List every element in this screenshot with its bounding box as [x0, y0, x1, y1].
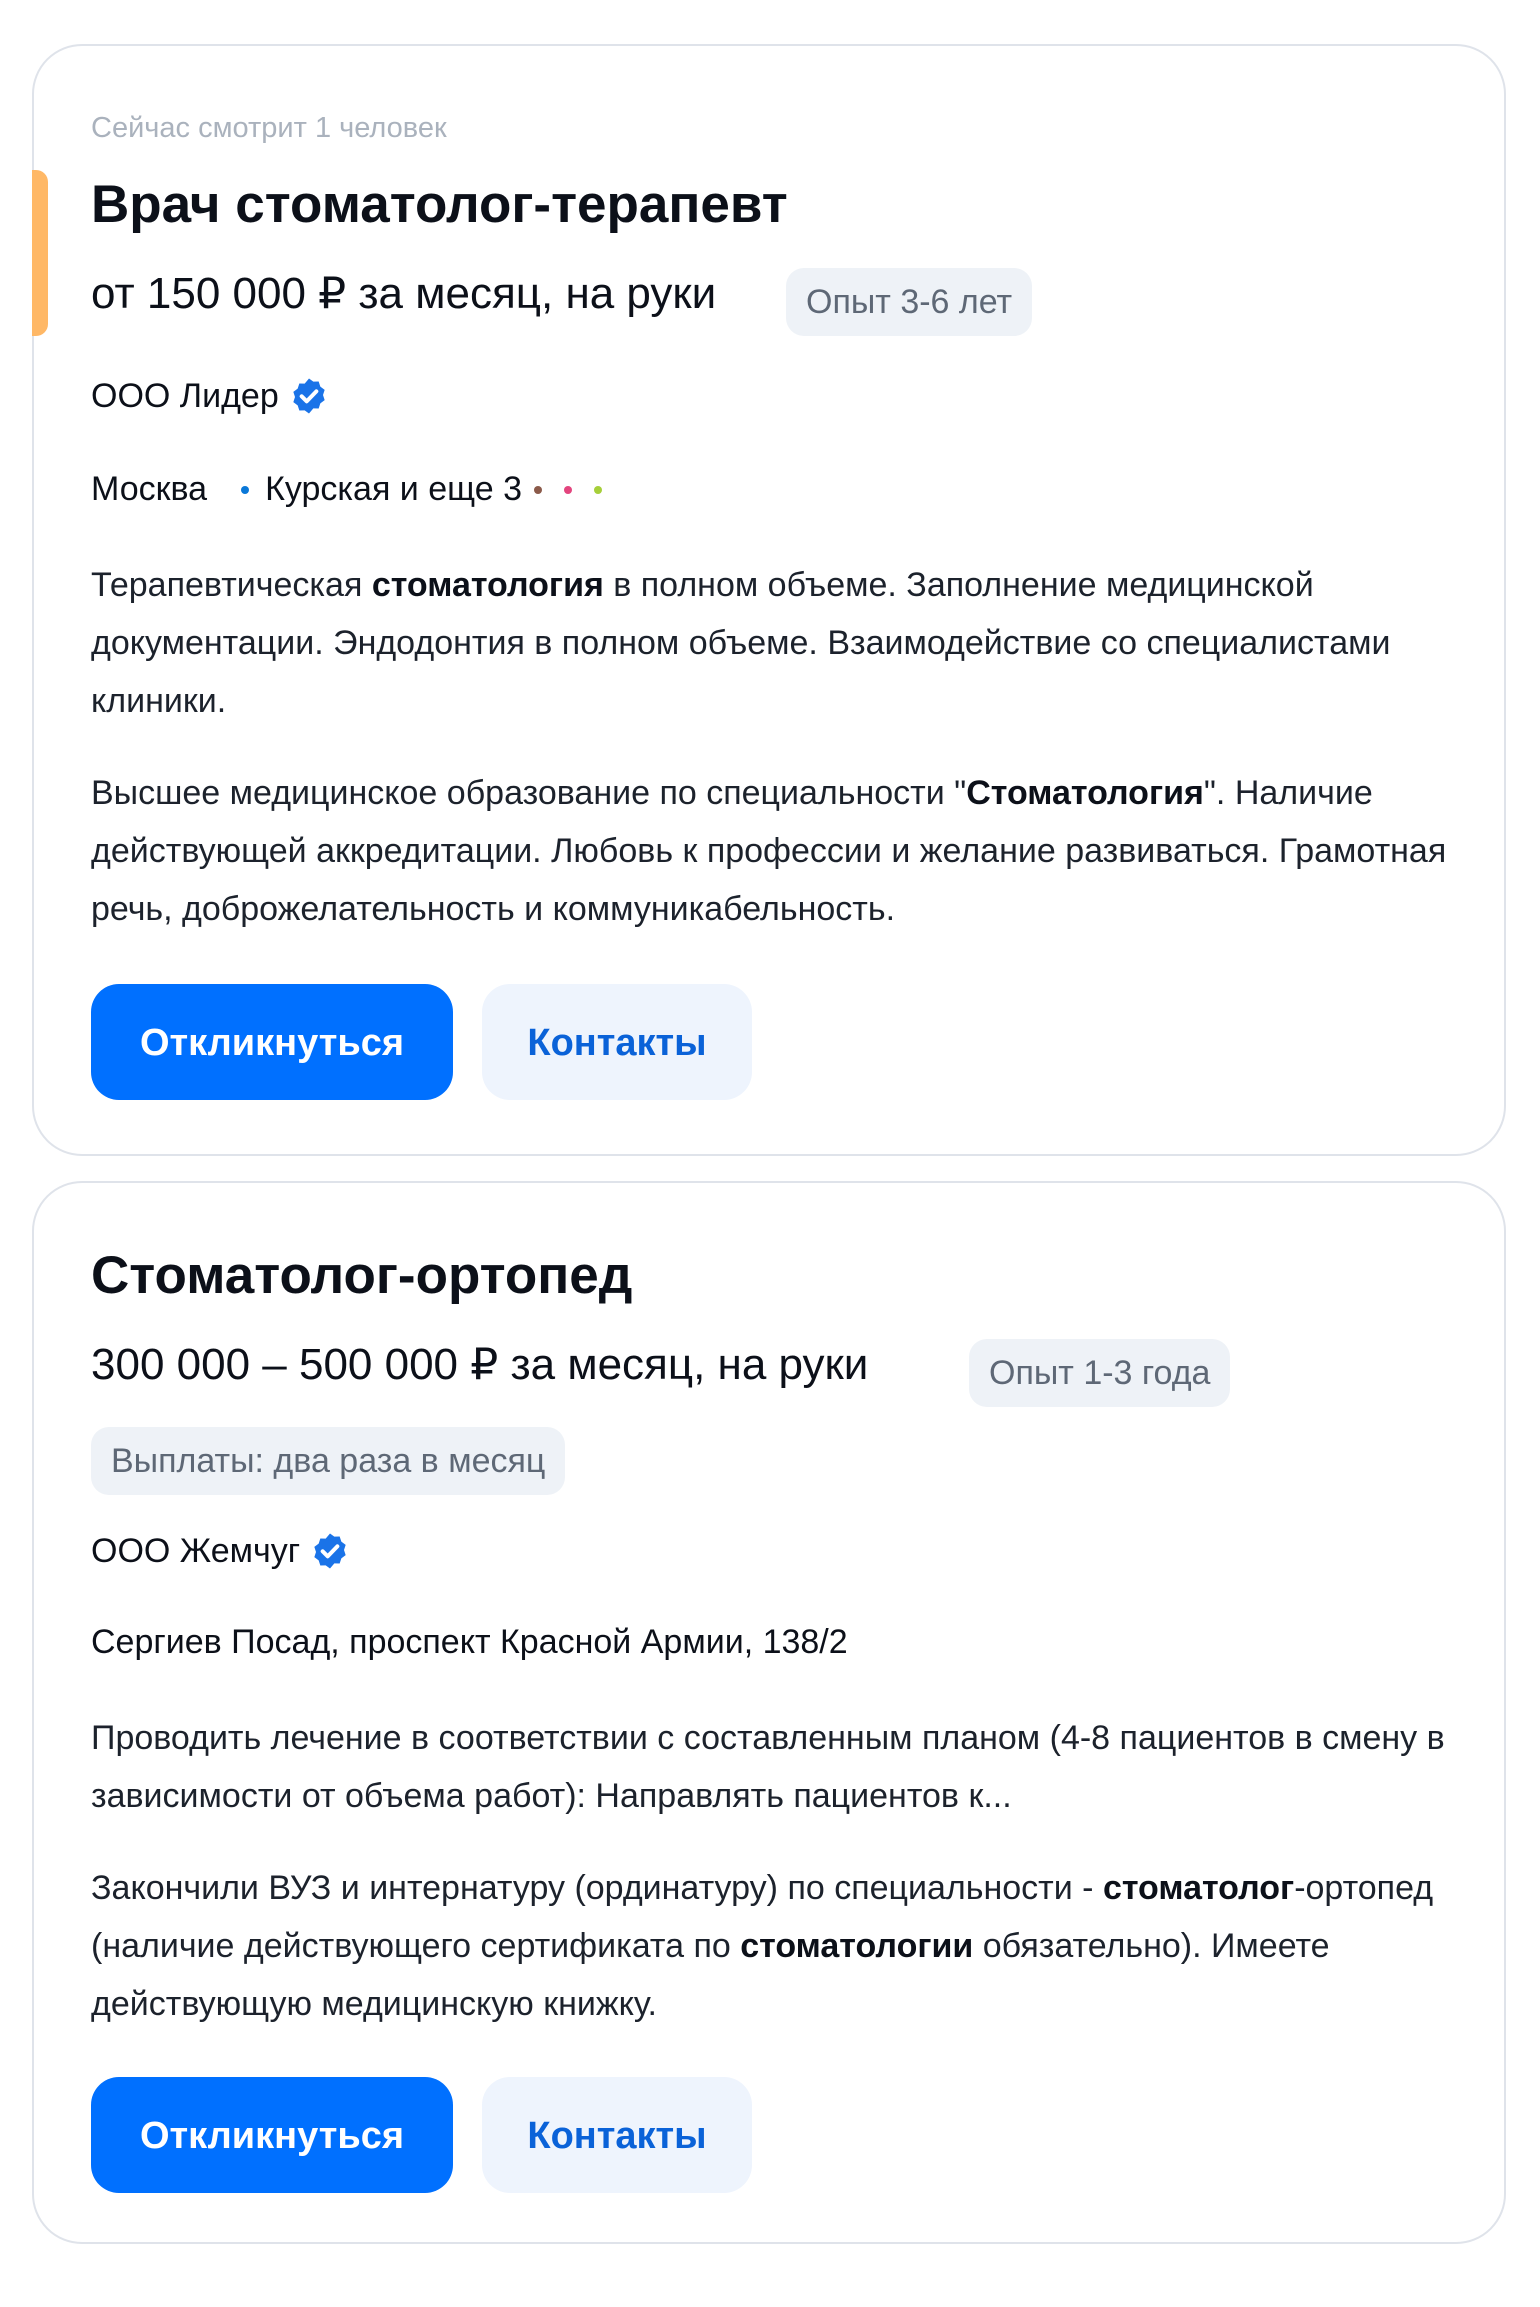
highlight-keyword: стоматологии	[740, 1927, 974, 1965]
vacancy-title[interactable]: Врач стоматолог-терапевт	[91, 174, 788, 235]
vacancy-location: Москва Курская и еще 3	[91, 470, 603, 509]
highlight-keyword: стоматолог	[1102, 1869, 1295, 1907]
vacancy-address: Сергиев Посад, проспект Красной Армии, 1…	[91, 1623, 848, 1661]
metro-line-dot	[534, 485, 543, 494]
vacancy-title[interactable]: Стоматолог-ортопед	[91, 1245, 632, 1306]
vacancy-description: Проводить лечение в соответствии с соста…	[91, 1719, 1445, 1815]
apply-button[interactable]: Откликнуться	[91, 2077, 453, 2193]
vacancy-card[interactable]: Стоматолог-ортопед 300 000 – 500 000 ₽ з…	[32, 1181, 1506, 2244]
apply-button[interactable]: Откликнуться	[91, 984, 453, 1100]
highlight-accent-bar	[32, 170, 48, 336]
metro-station-label: Курская и еще 3	[265, 470, 523, 508]
vacancy-salary: 300 000 – 500 000 ₽ за месяц, на руки	[91, 1340, 869, 1389]
contacts-button[interactable]: Контакты	[482, 984, 752, 1100]
company-name-label: ООО Жемчуг	[91, 1531, 301, 1570]
experience-chip: Опыт 1-3 года	[969, 1339, 1231, 1407]
viewers-count: Сейчас смотрит 1 человек	[91, 112, 447, 144]
company-name[interactable]: ООО Жемчуг	[91, 1531, 350, 1571]
contacts-button[interactable]: Контакты	[482, 2077, 752, 2193]
company-name-label: ООО Лидер	[91, 376, 279, 415]
vacancy-description: Терапевтическая стоматология в полном об…	[91, 566, 1391, 720]
metro-line-dot	[241, 485, 250, 494]
experience-chip: Опыт 3-6 лет	[786, 268, 1033, 336]
verified-check-badge-icon	[293, 378, 325, 414]
vacancy-requirements: Закончили ВУЗ и интернатуру (ординатуру)…	[91, 1869, 1434, 2023]
vacancy-card[interactable]: Сейчас смотрит 1 человек Врач стоматолог…	[32, 44, 1506, 1156]
highlight-keyword: стоматология	[371, 566, 604, 604]
verified-check-badge-icon	[314, 1533, 346, 1569]
payments-chip: Выплаты: два раза в месяц	[91, 1427, 566, 1495]
city-label: Москва	[91, 470, 208, 508]
metro-line-dot	[564, 485, 573, 494]
vacancy-salary: от 150 000 ₽ за месяц, на руки	[91, 269, 717, 318]
company-name[interactable]: ООО Лидер	[91, 376, 329, 416]
highlight-keyword: Стоматология	[966, 774, 1204, 812]
metro-line-dot	[594, 485, 603, 494]
vacancy-requirements: Высшее медицинское образование по специа…	[91, 774, 1447, 928]
